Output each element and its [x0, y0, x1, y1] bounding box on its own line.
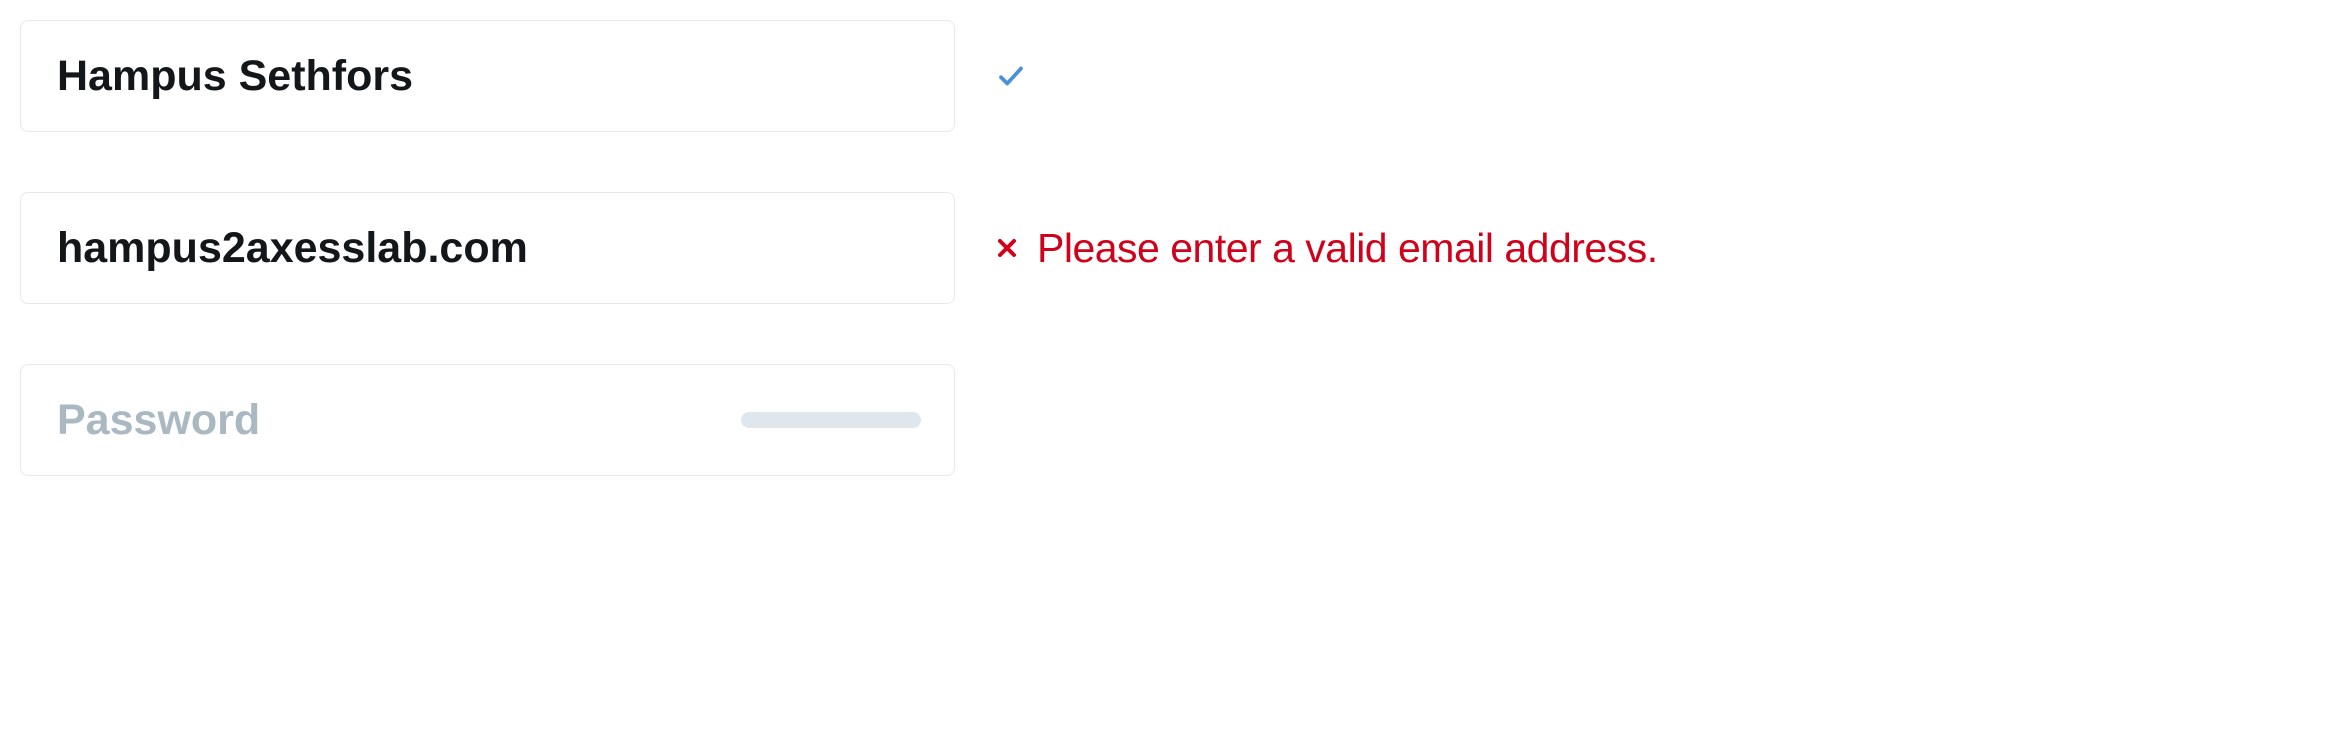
password-wrapper — [20, 364, 955, 476]
name-status — [985, 60, 1027, 92]
name-input[interactable] — [20, 20, 955, 132]
email-input[interactable] — [20, 192, 955, 304]
checkmark-icon — [995, 60, 1027, 92]
email-status: Please enter a valid email address. — [985, 225, 1658, 272]
signup-form: Please enter a valid email address. — [20, 20, 2326, 476]
x-icon — [993, 234, 1021, 262]
name-row — [20, 20, 2326, 132]
email-row: Please enter a valid email address. — [20, 192, 2326, 304]
email-error-message: Please enter a valid email address. — [1037, 225, 1658, 272]
password-strength-bar — [741, 412, 921, 428]
password-row — [20, 364, 2326, 476]
